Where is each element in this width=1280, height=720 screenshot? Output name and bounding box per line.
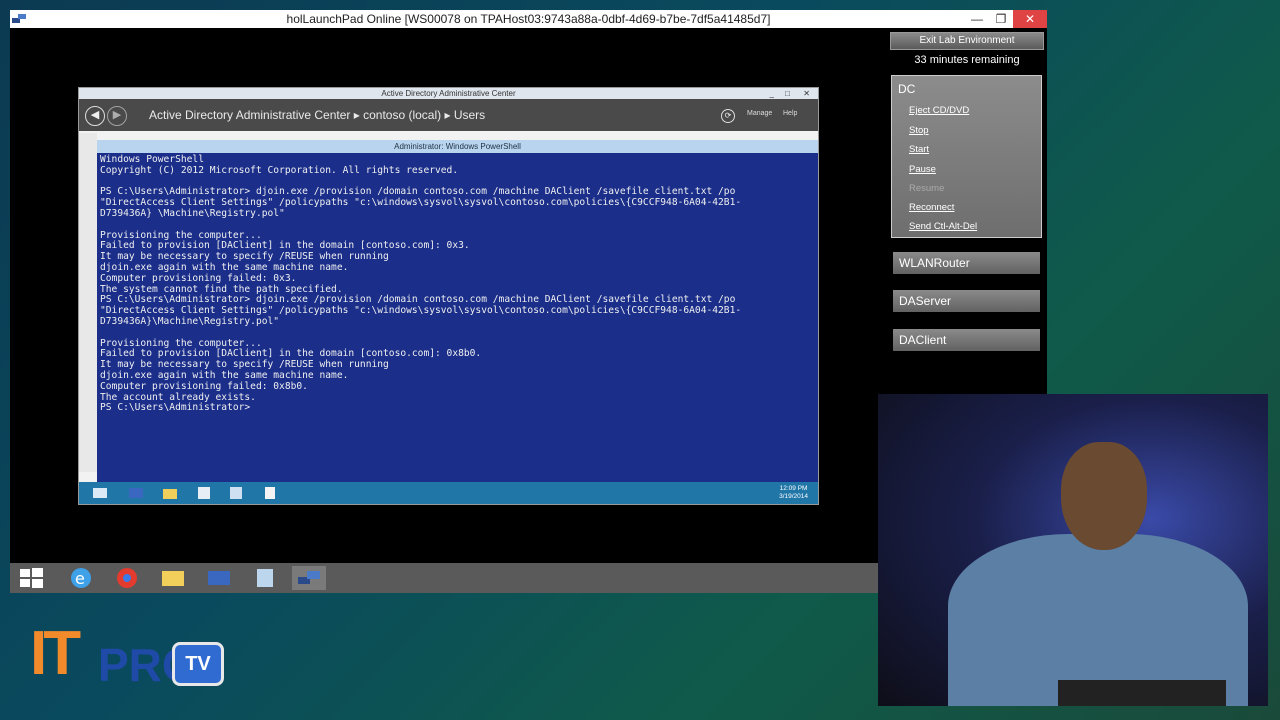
powershell-console[interactable]: Windows PowerShell Copyright (C) 2012 Mic… [97, 153, 818, 479]
adac-taskbar-icon[interactable] [195, 485, 213, 501]
forward-arrow-icon[interactable]: ▶ [107, 106, 127, 126]
resume-link: Resume [909, 183, 945, 194]
launchpad-titlebar: holLaunchPad Online [WS00078 on TPAHost0… [10, 10, 1047, 29]
file-explorer-host-icon[interactable] [156, 566, 190, 590]
adac-maximize-button[interactable]: □ [785, 88, 790, 99]
pause-link[interactable]: Pause [909, 164, 936, 175]
powershell-icon[interactable] [127, 485, 145, 501]
minimize-button[interactable]: — [965, 10, 989, 28]
console-line: PS C:\Users\Administrator> [100, 402, 251, 414]
presenter-laptop [1058, 680, 1226, 706]
refresh-icon[interactable]: ⟳ [721, 109, 735, 123]
presenter-webcam [878, 394, 1268, 706]
vm-item-wlanrouter[interactable]: WLANRouter [893, 252, 1040, 274]
help-menu[interactable]: Help [783, 110, 797, 117]
launchpad-icon [12, 14, 26, 23]
maximize-button[interactable]: ❐ [989, 10, 1013, 28]
console-line: Computer provisioning failed: 0x3. [100, 272, 297, 284]
adac-minimize-button[interactable]: _ [770, 88, 774, 99]
svg-text:e: e [75, 569, 85, 588]
powershell-host-icon[interactable] [202, 566, 236, 590]
vm-item-daclient[interactable]: DAClient [893, 329, 1040, 351]
clock-date: 3/19/2014 [779, 493, 808, 500]
remote-desktop[interactable]: Active Directory Administrative Center _… [10, 28, 878, 593]
launchpad-taskbar-icon[interactable] [292, 566, 326, 590]
notes-icon[interactable] [248, 566, 282, 590]
notepad-icon[interactable] [261, 485, 279, 501]
powershell-window[interactable]: Administrator: Windows PowerShell Window… [97, 140, 818, 482]
powershell-title: Administrator: Windows PowerShell [394, 142, 521, 151]
windows-start-icon[interactable] [14, 566, 48, 590]
reconnect-link[interactable]: Reconnect [909, 202, 954, 213]
send-ctl-alt-del-link[interactable]: Send Ctl-Alt-Del [909, 221, 977, 232]
server-manager-icon[interactable] [91, 485, 109, 501]
console-line: D739436A}\Machine\Registry.pol" [100, 315, 280, 327]
close-button[interactable]: ✕ [1013, 10, 1047, 28]
chrome-icon[interactable] [110, 566, 144, 590]
logo-it: IT [30, 619, 81, 688]
console-line: Copyright (C) 2012 Microsoft Corporation… [100, 164, 459, 176]
vm-panel-dc: DC Eject CD/DVD Stop Start Pause Resume … [891, 75, 1042, 238]
itprotv-logo: IT PRO TV [30, 619, 230, 694]
host-taskbar: e [10, 563, 878, 593]
time-remaining: 33 minutes remaining [914, 54, 1020, 66]
presenter-head [1061, 442, 1147, 550]
file-explorer-icon[interactable] [161, 485, 179, 501]
inner-taskbar: 12:09 PM 3/19/2014 [79, 482, 818, 504]
vm-name-dc[interactable]: DC [898, 82, 915, 96]
launchpad-title: holLaunchPad Online [WS00078 on TPAHost0… [286, 12, 771, 26]
stop-link[interactable]: Stop [909, 125, 929, 136]
users-icon[interactable] [227, 485, 245, 501]
adac-breadcrumb[interactable]: Active Directory Administrative Center ▸… [149, 108, 485, 122]
adac-nav-pane [79, 133, 97, 472]
manage-menu[interactable]: Manage [747, 110, 772, 117]
adac-navbar: ◀ ▶ Active Directory Administrative Cent… [79, 99, 818, 131]
adac-window: Active Directory Administrative Center _… [78, 87, 819, 505]
system-clock[interactable]: 12:09 PM 3/19/2014 [779, 485, 808, 501]
start-link[interactable]: Start [909, 144, 929, 155]
adac-titlebar: Active Directory Administrative Center _… [79, 88, 818, 99]
console-line: Computer provisioning failed: 0x8b0. [100, 380, 308, 392]
adac-title: Active Directory Administrative Center [381, 89, 516, 98]
exit-lab-button[interactable]: Exit Lab Environment [890, 32, 1044, 50]
logo-tv: TV [172, 642, 224, 686]
eject-cd-link[interactable]: Eject CD/DVD [909, 105, 969, 116]
powershell-titlebar: Administrator: Windows PowerShell [97, 140, 818, 153]
internet-explorer-icon[interactable]: e [64, 566, 98, 590]
console-line: D739436A} \Machine\Registry.pol" [100, 207, 285, 219]
adac-close-button[interactable]: ✕ [803, 88, 810, 99]
vm-item-daserver[interactable]: DAServer [893, 290, 1040, 312]
clock-time: 12:09 PM [779, 485, 808, 492]
back-arrow-icon[interactable]: ◀ [85, 106, 105, 126]
